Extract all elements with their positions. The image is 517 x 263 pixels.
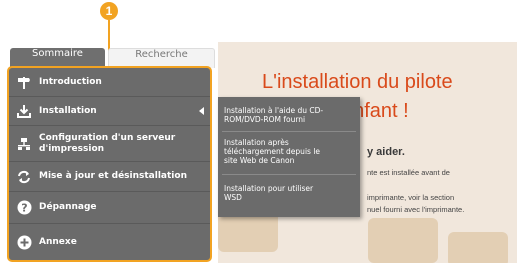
signpost-icon [9,75,39,89]
plus-icon [9,235,39,250]
sidebar-nav: Introduction Installation Configuration … [7,66,212,262]
submenu-item-telechargement[interactable]: Installation après téléchargement depuis… [218,138,360,165]
puzzle-decoration [368,218,438,263]
sidebar-tabs: Sommaire Recherche [10,48,215,68]
sidebar-item-label: Installation [39,105,97,116]
network-icon [9,137,39,151]
sidebar-item-configuration[interactable]: Configuration d'un serveur d'impression [9,126,210,162]
callout-badge: 1 [100,2,118,20]
sidebar-item-installation[interactable]: Installation [9,97,210,126]
page-paragraph: nte est installée avant de [367,168,450,177]
page-paragraph: imprimante, voir la section nuel fourni … [367,193,465,214]
tab-recherche[interactable]: Recherche [108,48,215,68]
sidebar-item-introduction[interactable]: Introduction [9,68,210,97]
svg-text:?: ? [21,202,27,215]
sidebar-item-depannage[interactable]: ? Dépannage [9,192,210,224]
sidebar-item-label: Introduction [39,76,102,87]
submenu-divider [222,174,356,175]
sidebar-item-mise-a-jour[interactable]: Mise à jour et désinstallation [9,162,210,192]
sidebar-item-label: Configuration d'un serveur d'impression [39,132,176,154]
tab-sommaire[interactable]: Sommaire [10,48,105,68]
submenu-arrow-icon [199,107,204,115]
installation-submenu: Installation à l'aide du CD- ROM/DVD-ROM… [218,97,360,217]
download-icon [9,104,39,118]
submenu-item-wsd[interactable]: Installation pour utiliser WSD [218,184,360,202]
submenu-divider [222,131,356,132]
puzzle-decoration [448,232,508,263]
refresh-icon [9,170,39,184]
question-icon: ? [9,200,39,215]
submenu-item-cd-rom[interactable]: Installation à l'aide du CD- ROM/DVD-ROM… [218,106,360,124]
sidebar-item-label: Dépannage [39,202,97,212]
sidebar-item-label: Annexe [39,236,77,247]
sidebar-item-annexe[interactable]: Annexe [9,224,210,260]
page-subheading: y aider. [367,146,405,158]
page-headline: L'installation du pilote [262,71,453,93]
sidebar-item-label: Mise à jour et désinstallation [39,171,187,181]
